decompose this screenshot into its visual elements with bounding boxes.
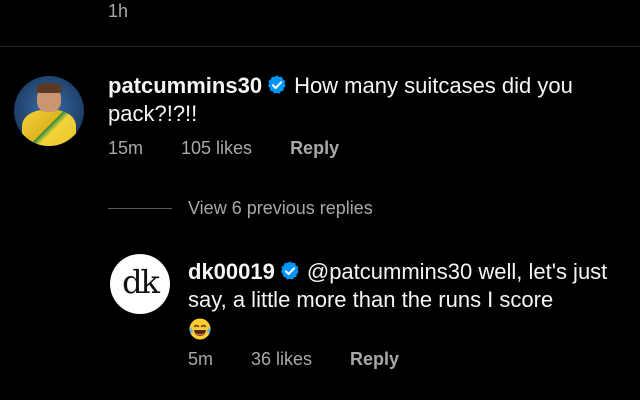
reply-mention[interactable]: @patcummins30 — [307, 259, 472, 284]
reply-body: dk00019 @patcummins30 well, let's just s… — [188, 258, 628, 342]
comment-meta: 15m 105 likes Reply — [108, 138, 377, 159]
reply-likes[interactable]: 36 likes — [251, 349, 312, 370]
comment-body: patcummins30 How many suitcases did you … — [108, 72, 618, 128]
reply-username[interactable]: dk00019 — [188, 259, 275, 284]
avatar-dk00019[interactable]: dk — [110, 254, 170, 314]
avatar-shirt — [22, 110, 76, 146]
comments-thread: 1h patcummins30 How many suitcases did y… — [0, 0, 640, 400]
avatar-logo-text: dk — [122, 263, 160, 301]
previous-comment-time: 1h — [108, 1, 129, 21]
avatar-patcummins30[interactable] — [14, 76, 84, 146]
reply-meta: 5m 36 likes Reply — [188, 349, 437, 370]
reply-button[interactable]: Reply — [290, 138, 339, 159]
verified-badge-icon — [268, 75, 286, 94]
replies-divider-line — [108, 208, 172, 209]
view-previous-replies-button[interactable]: View 6 previous replies — [108, 198, 373, 219]
reply-time: 5m — [188, 349, 214, 369]
comment-likes[interactable]: 105 likes — [181, 138, 252, 159]
verified-badge-icon — [280, 261, 299, 280]
laughing-crying-emoji-icon — [189, 318, 211, 340]
reply-button[interactable]: Reply — [350, 349, 399, 370]
divider — [0, 46, 640, 47]
avatar-hair — [36, 83, 62, 93]
view-replies-label: View 6 previous replies — [188, 198, 373, 218]
comment-username[interactable]: patcummins30 — [108, 73, 262, 98]
comment-time: 15m — [108, 138, 144, 158]
